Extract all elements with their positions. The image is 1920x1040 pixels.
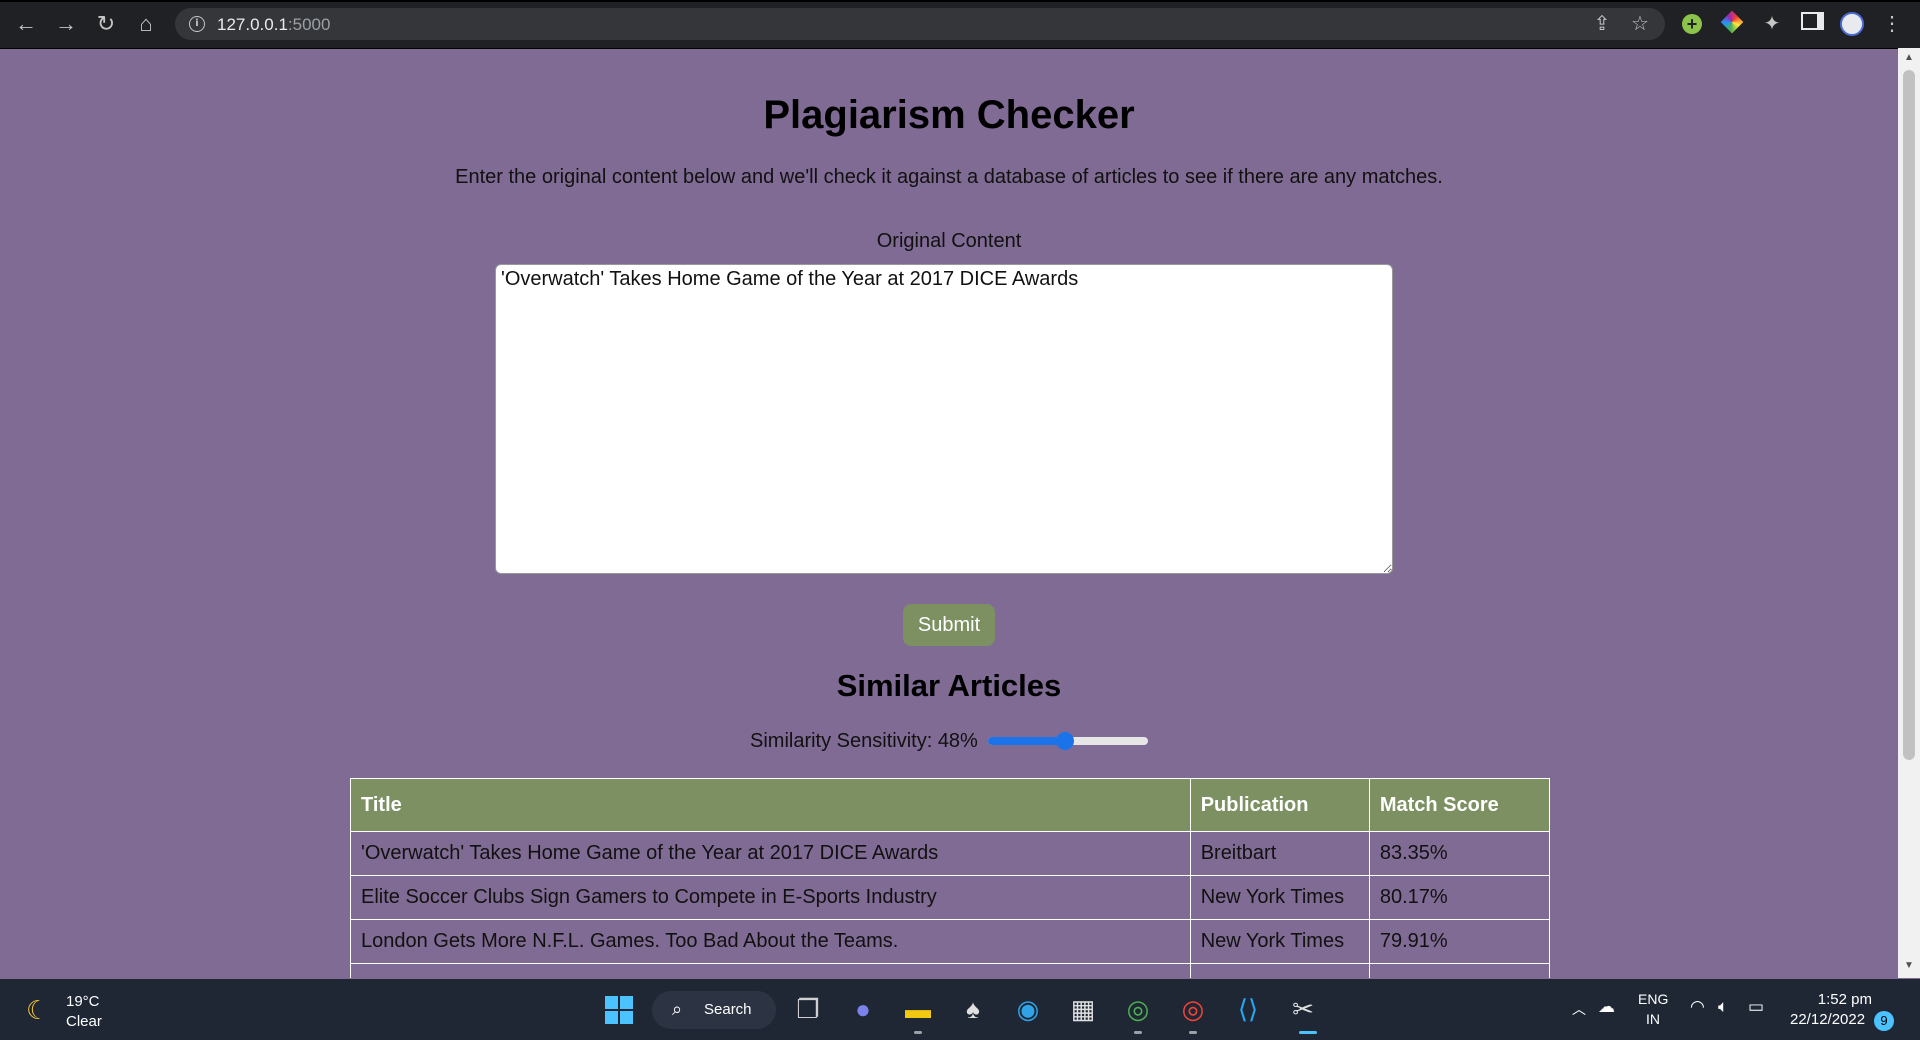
- cell-publication: Breitbart: [1189, 831, 1370, 876]
- page-title: Plagiarism Checker: [763, 93, 1135, 137]
- submit-button[interactable]: Submit: [903, 604, 995, 646]
- similar-articles-table: Title Publication Match Score 'Overwatch…: [350, 778, 1551, 978]
- extension-color-icon[interactable]: [1720, 10, 1744, 36]
- taskbar-search-button[interactable]: ⌕ Search: [652, 991, 776, 1029]
- sensitivity-slider-thumb[interactable]: [1055, 732, 1074, 750]
- cell-publication: New York Times: [1189, 919, 1370, 964]
- cell-score: 83.35%: [1368, 831, 1551, 876]
- wifi-icon[interactable]: ◠: [1690, 997, 1705, 1017]
- scroll-down-arrow-icon[interactable]: ▼: [1904, 960, 1914, 971]
- input-language-line2[interactable]: IN: [1646, 1011, 1660, 1027]
- task-view-icon[interactable]: ❐: [790, 991, 826, 1027]
- weather-temperature[interactable]: 19°C: [66, 993, 100, 1010]
- scrollbar-thumb[interactable]: [1903, 70, 1915, 760]
- bookmark-star-icon[interactable]: ☆: [1628, 12, 1652, 36]
- file-explorer-icon[interactable]: ▬: [900, 991, 936, 1027]
- chrome-profile-icon[interactable]: ◎: [1175, 991, 1211, 1027]
- sensitivity-slider[interactable]: [988, 732, 1148, 750]
- forward-icon[interactable]: →: [52, 10, 80, 38]
- extensions-puzzle-icon[interactable]: ✦: [1760, 12, 1784, 36]
- column-header-title: Title: [350, 778, 1191, 832]
- weather-condition[interactable]: Clear: [66, 1013, 102, 1030]
- table-header-row: Title Publication Match Score: [350, 778, 1551, 832]
- cell-title: London Gets More N.F.L. Games. Too Bad A…: [350, 919, 1191, 964]
- profile-avatar-icon[interactable]: [1840, 12, 1864, 36]
- menu-kebab-icon[interactable]: ⋮: [1880, 12, 1904, 36]
- site-info-icon[interactable]: i: [189, 16, 205, 32]
- original-content-textarea[interactable]: 'Overwatch' Takes Home Game of the Year …: [495, 264, 1393, 574]
- cell-score: 79.91%: [1368, 919, 1551, 964]
- snipping-tool-icon[interactable]: ✂: [1285, 991, 1321, 1027]
- table-row: London Gets More N.F.L. Games. Too Bad A…: [350, 919, 1551, 964]
- table-row-partial: [350, 963, 1551, 978]
- home-icon[interactable]: ⌂: [132, 10, 160, 38]
- chat-icon[interactable]: ●: [845, 991, 881, 1027]
- windows-start-icon[interactable]: [605, 996, 633, 1024]
- clock-time[interactable]: 1:52 pm: [1812, 991, 1872, 1008]
- battery-icon[interactable]: ▭: [1748, 997, 1764, 1017]
- onedrive-cloud-icon[interactable]: ☁: [1598, 997, 1615, 1017]
- scroll-up-arrow-icon[interactable]: ▲: [1904, 52, 1914, 63]
- tray-overflow-chevron-icon[interactable]: ︿: [1572, 999, 1586, 1019]
- sensitivity-slider-fill: [988, 737, 1065, 745]
- back-icon[interactable]: ←: [12, 10, 40, 38]
- page-content: Plagiarism Checker Enter the original co…: [0, 48, 1898, 978]
- alienware-icon[interactable]: ♠: [955, 991, 991, 1027]
- input-language-line1[interactable]: ENG: [1638, 991, 1668, 1007]
- page-description: Enter the original content below and we'…: [455, 166, 1443, 188]
- original-content-label: Original Content: [876, 230, 1022, 252]
- windows-taskbar: ☾ 19°C Clear ⌕ Search ❐ ● ▬ ♠ ◉ ▦ ◎ ◎ ⟨⟩…: [0, 979, 1920, 1040]
- search-label: Search: [704, 1001, 752, 1018]
- table-row: 'Overwatch' Takes Home Game of the Year …: [350, 831, 1551, 876]
- browser-toolbar: ← → ↻ ⌂ i 127.0.0.1:5000 ⇪ ☆ + ✦ ⋮: [0, 0, 1920, 49]
- reload-icon[interactable]: ↻: [92, 10, 120, 38]
- chrome-browser-icon[interactable]: ◎: [1120, 991, 1156, 1027]
- sensitivity-label: Similarity Sensitivity: 48%: [750, 730, 978, 752]
- column-header-match-score: Match Score: [1368, 778, 1551, 832]
- cell-title: 'Overwatch' Takes Home Game of the Year …: [350, 831, 1191, 876]
- table-row: Elite Soccer Clubs Sign Gamers to Compet…: [350, 875, 1551, 920]
- cell-title: Elite Soccer Clubs Sign Gamers to Compet…: [350, 875, 1191, 920]
- side-panel-icon[interactable]: [1800, 12, 1824, 36]
- moon-weather-icon[interactable]: ☾: [26, 995, 49, 1026]
- page-scrollbar[interactable]: ▲ ▼: [1898, 48, 1920, 978]
- search-icon: ⌕: [672, 999, 683, 1019]
- clock-date[interactable]: 22/12/2022: [1790, 1011, 1865, 1028]
- notification-badge[interactable]: 9: [1874, 1011, 1894, 1031]
- column-header-publication: Publication: [1189, 778, 1370, 832]
- edge-browser-icon[interactable]: ◉: [1010, 991, 1046, 1027]
- similar-articles-heading: Similar Articles: [836, 668, 1062, 703]
- address-bar[interactable]: i 127.0.0.1:5000 ⇪ ☆: [175, 8, 1665, 40]
- cell-score: 80.17%: [1368, 875, 1551, 920]
- extension-plus-icon[interactable]: +: [1680, 12, 1704, 36]
- vscode-icon[interactable]: ⟨⟩: [1230, 991, 1266, 1027]
- cell-publication: New York Times: [1189, 875, 1370, 920]
- microsoft-store-icon[interactable]: ▦: [1065, 991, 1101, 1027]
- share-icon[interactable]: ⇪: [1590, 12, 1614, 36]
- volume-icon[interactable]: 🔈︎: [1718, 997, 1728, 1017]
- url-text: 127.0.0.1:5000: [217, 15, 331, 34]
